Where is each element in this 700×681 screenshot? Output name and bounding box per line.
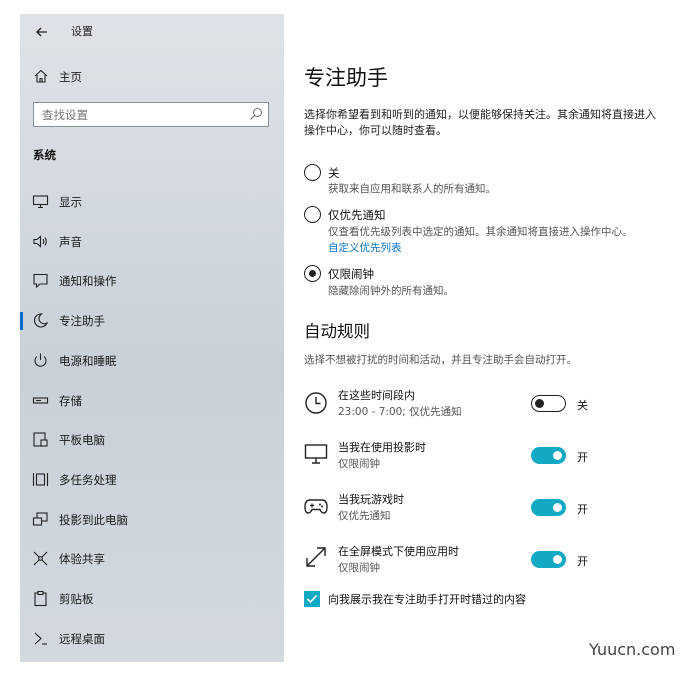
home-label: 主页 xyxy=(59,70,82,84)
sidebar-item-label: 显示 xyxy=(59,195,82,209)
rule-projecting-toggle[interactable] xyxy=(531,447,566,464)
section-title: 系统 xyxy=(33,148,56,162)
sidebar-item-tablet[interactable]: 平板电脑 xyxy=(20,425,284,455)
radio-priority-only[interactable] xyxy=(304,206,321,223)
moon-icon xyxy=(33,313,49,328)
rule-gaming-toggle[interactable] xyxy=(531,499,566,516)
sidebar-item-multitasking[interactable]: 多任务处理 xyxy=(20,465,284,495)
settings-window: 设置 主页 查找设置 系统 显示 声音 通知和操作 专注助手 电源和睡眠 存储 … xyxy=(0,0,700,681)
sidebar-item-label: 剪贴板 xyxy=(59,592,94,606)
rule-projecting-toggle-state: 开 xyxy=(577,451,588,464)
radio-alarms-only-description: 隐藏除闹钟外的所有通知。 xyxy=(328,285,454,297)
sidebar: 设置 主页 查找设置 系统 显示 声音 通知和操作 专注助手 电源和睡眠 存储 … xyxy=(20,14,284,662)
speaker-icon xyxy=(33,235,47,248)
project-icon xyxy=(32,512,48,526)
automatic-rules-heading: 自动规则 xyxy=(304,322,370,341)
sidebar-item-label: 专注助手 xyxy=(59,314,105,328)
search-icon xyxy=(250,107,263,120)
notification-icon xyxy=(33,273,48,289)
monitor-icon xyxy=(32,195,49,209)
rule-gaming-toggle-state: 开 xyxy=(577,503,588,516)
page-description: 选择你希望看到和听到的通知，以便能够保持关注。其余通知将直接进入操作中心，你可以… xyxy=(304,108,656,137)
back-arrow-icon[interactable] xyxy=(32,22,52,42)
selection-indicator xyxy=(20,312,23,330)
show-missed-checkbox[interactable] xyxy=(304,591,320,607)
sidebar-item-label: 平板电脑 xyxy=(59,433,105,447)
sidebar-item-label: 远程桌面 xyxy=(59,632,105,646)
rule-fullscreen-toggle-state: 开 xyxy=(577,555,588,568)
automatic-rules-description: 选择不想被打扰的时间和活动，并且专注助手会自动打开。 xyxy=(304,354,577,366)
search-placeholder: 查找设置 xyxy=(42,108,88,122)
sidebar-item-display[interactable]: 显示 xyxy=(20,187,284,217)
clipboard-icon xyxy=(34,590,47,607)
tablet-icon xyxy=(33,432,48,447)
radio-off[interactable] xyxy=(304,164,321,181)
radio-priority-only-label[interactable]: 仅优先通知 xyxy=(328,207,386,223)
rule-time-title[interactable]: 在这些时间段内 xyxy=(338,387,415,403)
home-icon xyxy=(34,69,48,83)
rule-projecting-title[interactable]: 当我在使用投影时 xyxy=(338,439,426,455)
radio-off-label[interactable]: 关 xyxy=(328,165,340,181)
gamepad-icon xyxy=(304,499,328,514)
sidebar-item-storage[interactable]: 存储 xyxy=(20,386,284,416)
search-input[interactable]: 查找设置 xyxy=(33,102,269,127)
sidebar-item-remote-desktop[interactable]: 远程桌面 xyxy=(20,624,284,654)
main-panel: 专注助手 选择你希望看到和听到的通知，以便能够保持关注。其余通知将直接进入操作中… xyxy=(285,14,685,662)
clock-icon xyxy=(305,392,327,414)
sidebar-item-label: 声音 xyxy=(59,235,82,249)
sidebar-item-label: 投影到此电脑 xyxy=(59,513,128,527)
checkmark-icon xyxy=(306,594,318,604)
sidebar-item-shared-experiences[interactable]: 体验共享 xyxy=(20,544,284,574)
display-icon xyxy=(304,444,328,464)
rule-time-toggle-state: 关 xyxy=(577,399,588,412)
radio-off-description: 获取来自应用和联系人的所有通知。 xyxy=(328,183,496,195)
sidebar-item-label: 多任务处理 xyxy=(59,473,117,487)
customize-priority-list-link[interactable]: 自定义优先列表 xyxy=(328,240,402,255)
sidebar-item-label: 存储 xyxy=(59,394,82,408)
radio-alarms-only-label[interactable]: 仅限闹钟 xyxy=(328,266,374,282)
rule-projecting-description: 仅限闹钟 xyxy=(338,458,380,470)
sidebar-item-focus-assist[interactable]: 专注助手 xyxy=(20,306,284,336)
title-bar: 设置 xyxy=(20,14,284,50)
remote-icon xyxy=(34,632,47,645)
rule-gaming-title[interactable]: 当我玩游戏时 xyxy=(338,491,404,507)
sidebar-item-project[interactable]: 投影到此电脑 xyxy=(20,505,284,535)
show-missed-checkbox-label[interactable]: 向我展示我在专注助手打开时错过的内容 xyxy=(328,591,526,607)
multitask-icon xyxy=(32,473,49,486)
rule-gaming-description: 仅优先通知 xyxy=(338,510,391,522)
power-icon xyxy=(34,353,47,367)
page-title: 专注助手 xyxy=(304,66,388,90)
sidebar-item-label: 电源和睡眠 xyxy=(59,354,117,368)
watermark: Yuucn.com xyxy=(589,640,676,659)
storage-icon xyxy=(32,397,49,404)
fullscreen-icon xyxy=(306,547,326,567)
app-title: 设置 xyxy=(71,25,93,38)
sidebar-item-sound[interactable]: 声音 xyxy=(20,227,284,257)
rule-fullscreen-title[interactable]: 在全屏模式下使用应用时 xyxy=(338,543,459,559)
radio-priority-only-description: 仅查看优先级列表中选定的通知。其余通知将直接进入操作中心。 xyxy=(328,226,633,238)
sidebar-item-label: 通知和操作 xyxy=(59,274,117,288)
rule-time-toggle[interactable] xyxy=(531,395,566,412)
radio-alarms-only[interactable] xyxy=(304,265,321,282)
sidebar-item-label: 体验共享 xyxy=(59,552,105,566)
sidebar-item-clipboard[interactable]: 剪贴板 xyxy=(20,584,284,614)
rule-time-description: 23:00 - 7:00; 仅优先通知 xyxy=(338,406,462,418)
share-icon xyxy=(33,551,48,566)
rule-fullscreen-description: 仅限闹钟 xyxy=(338,562,380,574)
sidebar-item-home[interactable]: 主页 xyxy=(20,64,284,90)
sidebar-item-power[interactable]: 电源和睡眠 xyxy=(20,346,284,376)
rule-fullscreen-toggle[interactable] xyxy=(531,551,566,568)
sidebar-item-notifications[interactable]: 通知和操作 xyxy=(20,266,284,296)
